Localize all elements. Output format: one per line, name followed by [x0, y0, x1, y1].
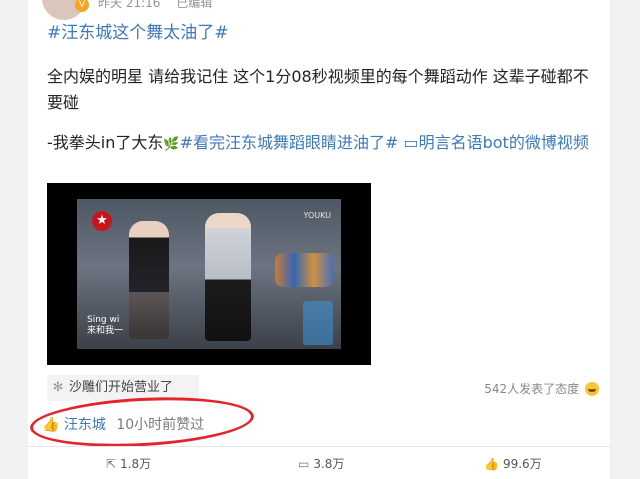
leaf-icon: 🌿: [163, 137, 180, 152]
tv-channel-logo: ★: [92, 211, 112, 231]
comment-icon: ▭: [298, 457, 310, 471]
video-player[interactable]: ★ YOUKU Sing wi 来和我一: [47, 183, 371, 365]
audience: [275, 253, 333, 287]
video-link-icon[interactable]: ▭: [403, 133, 418, 152]
video-source-link[interactable]: 明言名语bot的微博视频: [419, 133, 589, 152]
hashtag-title[interactable]: #汪东城这个舞太油了#: [47, 18, 229, 43]
comment-button[interactable]: ▭ 3.8万: [298, 455, 344, 472]
youku-watermark: YOUKU: [303, 211, 332, 220]
post-time: 昨天 21:16: [98, 0, 161, 10]
laugh-emoji-icon: [585, 382, 599, 396]
subtitle-line-2: 来和我一: [87, 326, 124, 336]
subtitle-line-1: Sing wi: [87, 315, 120, 325]
app-gear-icon: ✻: [52, 380, 64, 395]
video-frame: ★ YOUKU Sing wi 来和我一: [77, 199, 341, 349]
dancer-right: [205, 213, 251, 341]
post-body: 全内娱的明星 请给我记住 这个1分08秒视频里的每个舞蹈动作 这辈子碰都不要碰: [47, 67, 589, 112]
like-button[interactable]: 👍 99.6万: [484, 455, 542, 472]
repost-icon: ⇱: [106, 457, 117, 471]
app-tag-label: 沙雕们开始营业了: [69, 380, 174, 395]
dancer-left: [129, 221, 169, 339]
topic-link[interactable]: #看完汪东城舞蹈眼睛进油了#: [180, 133, 399, 152]
show-logo: [303, 301, 333, 345]
post-meta: 昨天 21:16 已编辑: [98, 0, 224, 11]
post-footer-line: -我拳头in了大东🌿#看完汪东城舞蹈眼睛进油了# ▭明言名语bot的微博视频: [47, 130, 595, 158]
repost-count: 1.8万: [120, 457, 152, 471]
video-subtitle: Sing wi 来和我一: [87, 315, 123, 337]
repost-button[interactable]: ⇱ 1.8万: [106, 455, 151, 472]
reaction-summary[interactable]: 542人发表了态度: [484, 380, 599, 397]
action-divider: [28, 446, 610, 447]
signoff-text: -我拳头in了大东: [47, 133, 164, 152]
comment-count: 3.8万: [313, 457, 345, 471]
reaction-count: 542人发表了态度: [484, 382, 580, 396]
edited-label[interactable]: 已编辑: [176, 0, 212, 10]
like-count: 99.6万: [502, 457, 542, 471]
like-icon: 👍: [484, 457, 499, 471]
